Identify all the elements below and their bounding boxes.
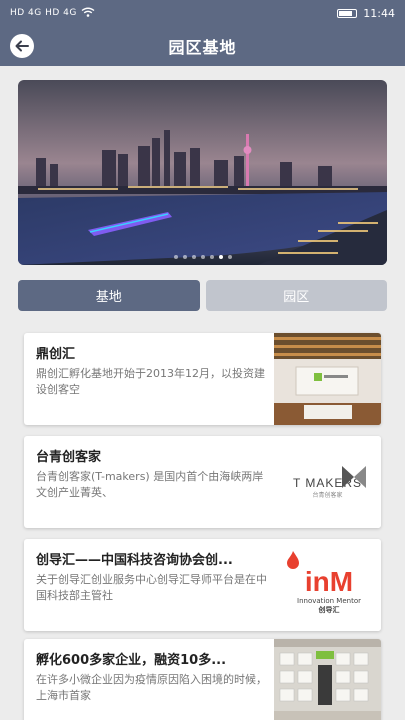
item-description: 台青创客家(T-makers) 是国内首个由海峡两岸文创产业菁英、 [36,470,264,499]
item-title: 创导汇——中国科技咨询协会创... [36,553,233,568]
carousel-dot[interactable] [191,255,196,259]
header-bar: 园区基地 [0,26,405,66]
item-title: 台青创客家 [36,450,102,465]
carousel-dot[interactable] [200,255,205,259]
tab-yuanqu[interactable]: 园区 [205,280,387,311]
wifi-icon [81,7,95,20]
carousel-indicator [18,255,387,259]
item-title: 鼎创汇 [36,347,76,362]
back-button[interactable] [10,34,34,58]
page-title: 园区基地 [168,38,237,57]
item-thumbnail [274,333,381,425]
tmakers-logo-icon [342,466,366,488]
carousel-dot[interactable] [227,255,232,259]
list-item[interactable]: 创导汇——中国科技咨询协会创... 关于创导汇创业服务中心创导汇导师平台是在中国… [24,539,381,631]
battery-icon [337,8,358,18]
city-skyline-image [18,80,387,265]
clock: 11:44 [363,6,395,20]
inm-logo-text: inM [304,566,354,597]
carousel-dot[interactable] [173,255,178,259]
status-bar: HD 4G HD 4G 11:44 [0,0,405,26]
carrier-label: HD 4G HD 4G [10,8,77,18]
item-title: 孵化600多家企业，融资10多... [36,653,227,668]
carousel-dot[interactable] [209,255,214,259]
list-item[interactable]: 孵化600多家企业，融资10多... 在许多小微企业因为疫情原因陷入困境的时候，… [24,639,381,720]
list-item[interactable]: 台青创客家 台青创客家(T-makers) 是国内首个由海峡两岸文创产业菁英、 … [24,436,381,528]
item-thumbnail: T MAKERS 台青创客家 [274,436,381,528]
inm-logo-cn: 创导汇 [318,606,340,614]
back-arrow-icon [15,37,29,56]
item-thumbnail: inM Innovation Mentor 创导汇 [274,539,381,631]
inm-logo-subtext: Innovation Mentor [297,597,361,605]
item-description: 鼎创汇孵化基地开始于2013年12月，以投资建设创客空 [36,367,265,396]
item-description: 在许多小微企业因为疫情原因陷入困境的时候，上海市首家 [36,673,267,702]
tab-jidi[interactable]: 基地 [18,280,200,311]
tab-bar: 基地 园区 [18,280,387,311]
item-thumbnail [274,639,381,720]
banner-carousel[interactable] [18,80,387,265]
carousel-dot[interactable] [182,255,187,259]
list-item[interactable]: 鼎创汇 鼎创汇孵化基地开始于2013年12月，以投资建设创客空 [24,333,381,425]
carousel-dot[interactable] [218,255,223,259]
signal-indicators: HD 4G HD 4G [10,7,95,20]
item-description: 关于创导汇创业服务中心创导汇导师平台是在中国科技部主管社 [36,573,267,602]
